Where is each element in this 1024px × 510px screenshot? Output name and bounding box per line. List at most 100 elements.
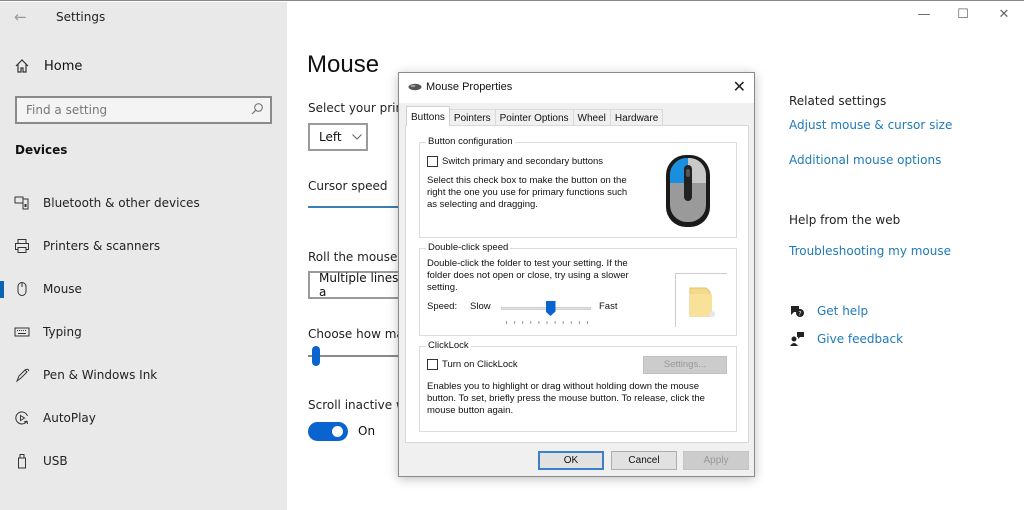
desc-line: Select this check box to make the button… — [427, 175, 627, 186]
clicklock-checkbox[interactable]: Turn on ClickLock — [427, 359, 518, 370]
home-icon — [15, 59, 29, 73]
switch-buttons-checkbox[interactable]: Switch primary and secondary buttons — [427, 156, 603, 167]
sidebar-item-typing[interactable]: Typing — [0, 317, 287, 347]
keyboard-icon — [14, 324, 30, 340]
clicklock-settings-button[interactable]: Settings... — [643, 356, 727, 374]
slider-ticks — [506, 321, 588, 324]
lines-slider-track — [308, 355, 403, 357]
folder-icon — [689, 287, 715, 317]
speed-label: Speed: — [427, 301, 458, 312]
toggle-state: On — [358, 424, 376, 438]
close-button[interactable]: ✕ — [994, 7, 1014, 22]
related-settings-heading: Related settings — [789, 94, 887, 108]
clicklock-description: Enables you to highlight or drag without… — [427, 381, 705, 417]
checkbox-box[interactable] — [427, 359, 438, 370]
tab-pointer-options[interactable]: Pointer Options — [494, 109, 574, 126]
group-title: Double-click speed — [426, 242, 511, 253]
sidebar-home[interactable]: Home — [14, 58, 82, 74]
scroll-inactive-label: Scroll inactive wi — [308, 398, 410, 412]
double-click-slider-thumb[interactable] — [545, 301, 556, 316]
get-help-icon: ? — [791, 306, 804, 318]
settings-window: ← Settings Home Find a setting Devices B… — [0, 0, 1024, 510]
sidebar-item-mouse[interactable]: Mouse — [0, 274, 287, 304]
search-input[interactable]: Find a setting — [15, 96, 272, 124]
ok-button[interactable]: OK — [538, 451, 604, 470]
bluetooth-devices-icon — [14, 195, 30, 211]
fast-label: Fast — [599, 301, 618, 312]
sidebar-item-printers[interactable]: Printers & scanners — [0, 231, 287, 261]
troubleshooting-link[interactable]: Troubleshooting my mouse — [789, 244, 951, 258]
search-icon — [251, 103, 263, 115]
clicklock-group: ClickLock Turn on ClickLock Settings... … — [419, 340, 737, 432]
maximize-button[interactable]: ☐ — [953, 7, 973, 22]
checkbox-label: Switch primary and secondary buttons — [442, 156, 604, 167]
chevron-down-icon — [351, 134, 362, 140]
sidebar-item-label: Pen & Windows Ink — [43, 368, 158, 382]
slow-label: Slow — [470, 301, 491, 312]
minimize-button[interactable]: — — [914, 7, 934, 22]
help-from-web-heading: Help from the web — [789, 213, 901, 227]
sidebar-item-label: Typing — [43, 325, 82, 339]
primary-button-select[interactable]: Left — [308, 123, 368, 151]
primary-button-label: Select your prim — [308, 101, 408, 115]
back-arrow-icon[interactable]: ← — [14, 8, 27, 26]
sidebar-item-autoplay[interactable]: AutoPlay — [0, 403, 287, 433]
page-title: Mouse — [307, 51, 380, 78]
lines-slider-thumb[interactable] — [312, 346, 320, 366]
cursor-speed-slider[interactable] — [308, 206, 403, 208]
cancel-button[interactable]: Cancel — [611, 451, 677, 470]
dialog-titlebar[interactable]: Mouse Properties ✕ — [399, 73, 754, 103]
sidebar-item-label: Mouse — [43, 282, 82, 296]
pen-icon — [14, 367, 30, 383]
sidebar-item-label: USB — [43, 454, 68, 468]
checkbox-label: Turn on ClickLock — [442, 359, 518, 370]
tab-buttons[interactable]: Buttons — [406, 106, 450, 126]
sidebar-item-label: Bluetooth & other devices — [43, 196, 200, 210]
give-feedback-icon — [790, 332, 804, 346]
group-title: Button configuration — [426, 136, 515, 147]
sidebar: ← Settings Home Find a setting Devices B… — [0, 2, 287, 510]
dialog-close-button[interactable]: ✕ — [733, 77, 746, 97]
adjust-cursor-size-link[interactable]: Adjust mouse & cursor size — [789, 118, 952, 132]
autoplay-icon — [14, 410, 30, 426]
mouse-illustration — [666, 155, 710, 227]
dialog-tabs: Buttons Pointers Pointer Options Wheel H… — [406, 106, 664, 126]
sidebar-item-usb[interactable]: USB — [0, 446, 287, 476]
mouse-properties-icon — [408, 83, 422, 91]
apply-button[interactable]: Apply — [683, 451, 749, 470]
desc-line: right the one you use for primary functi… — [427, 187, 628, 198]
home-label: Home — [44, 58, 83, 74]
primary-button-value: Left — [319, 130, 342, 144]
tab-hardware[interactable]: Hardware — [609, 109, 664, 126]
test-folder-area[interactable] — [675, 273, 727, 327]
give-feedback-link[interactable]: Give feedback — [789, 331, 903, 347]
scroll-inactive-toggle[interactable] — [308, 422, 348, 441]
desc-line: button. To set, briefly press the mouse … — [427, 393, 705, 404]
get-help-link[interactable]: ? Get help — [789, 303, 868, 319]
mouse-icon — [14, 281, 30, 297]
section-devices: Devices — [15, 143, 68, 157]
sidebar-item-pen[interactable]: Pen & Windows Ink — [0, 360, 287, 390]
checkbox-box[interactable] — [427, 156, 438, 167]
tab-pointers[interactable]: Pointers — [448, 109, 496, 126]
printer-icon — [14, 238, 30, 254]
app-title: Settings — [56, 10, 106, 24]
cursor-speed-label: Cursor speed — [308, 179, 388, 193]
roll-wheel-select[interactable]: Multiple lines a — [308, 271, 408, 299]
sidebar-item-label: AutoPlay — [43, 411, 96, 425]
additional-mouse-options-link[interactable]: Additional mouse options — [789, 153, 941, 167]
double-click-speed-group: Double-click speed Double-click the fold… — [419, 242, 737, 336]
desc-line: setting. — [427, 282, 458, 293]
desc-line: Double-click the folder to test your set… — [427, 258, 628, 269]
mouse-properties-dialog: Mouse Properties ✕ Buttons Pointers Poin… — [398, 72, 755, 477]
roll-wheel-value: Multiple lines a — [319, 271, 399, 299]
usb-icon — [14, 453, 30, 469]
sidebar-item-bluetooth[interactable]: Bluetooth & other devices — [0, 188, 287, 218]
group-title: ClickLock — [426, 340, 471, 351]
buttons-tab-panel: Button configuration Switch primary and … — [405, 125, 749, 443]
desc-line: Enables you to highlight or drag without… — [427, 381, 699, 392]
search-placeholder: Find a setting — [26, 103, 108, 117]
svg-text:?: ? — [798, 311, 801, 318]
double-click-description: Double-click the folder to test your set… — [427, 258, 629, 294]
tab-wheel[interactable]: Wheel — [572, 109, 611, 126]
